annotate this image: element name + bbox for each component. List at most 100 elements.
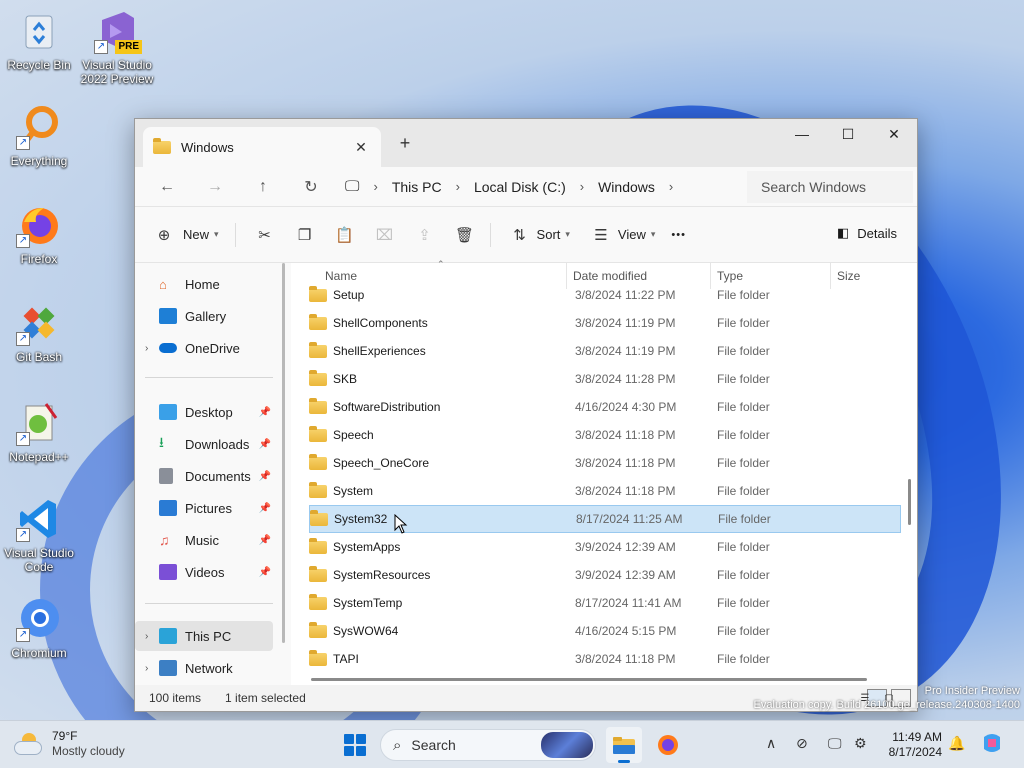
taskbar-file-explorer[interactable]: [606, 727, 642, 763]
folder-icon: [309, 481, 327, 498]
cut-button[interactable]: ✂: [250, 220, 280, 250]
search-input[interactable]: Search Windows: [747, 171, 913, 203]
file-row[interactable]: SoftwareDistribution 4/16/2024 4:30 PM Fil…: [309, 393, 901, 421]
arrow-left-icon: ←: [159, 177, 175, 195]
new-button[interactable]: ⊕ New ▾: [149, 217, 219, 253]
back-button[interactable]: ←: [143, 171, 191, 203]
desktop-icon-git-bash[interactable]: ↗ Git Bash: [0, 300, 78, 364]
breadcrumb[interactable]: 🖵 › This PC › Local Disk (C:) › Windows …: [345, 171, 745, 203]
show-hidden-icons-button[interactable]: ∧: [766, 735, 776, 752]
breadcrumb-local-disk[interactable]: Local Disk (C:): [474, 179, 566, 195]
refresh-button[interactable]: ↻: [287, 171, 335, 203]
taskbar-search[interactable]: ⌕ Search: [380, 729, 596, 761]
folder-icon: [309, 537, 327, 554]
pin-icon[interactable]: 📌: [259, 503, 271, 514]
file-row[interactable]: Speech 3/8/2024 11:18 PM File folder: [309, 421, 901, 449]
desktop-icon-chromium[interactable]: ↗ Chromium: [0, 596, 78, 660]
view-button[interactable]: ☰ View ▾: [586, 217, 655, 253]
display-icon[interactable]: 🖵: [828, 735, 842, 752]
weather-widget[interactable]: 79°F Mostly cloudy: [14, 729, 125, 759]
file-row[interactable]: SysWOW64 4/16/2024 5:15 PM File folder: [309, 617, 901, 645]
file-name: System: [333, 484, 374, 498]
nav-pane-scrollbar[interactable]: [282, 263, 285, 643]
file-row[interactable]: SystemResources 3/9/2024 12:39 AM File fol…: [309, 561, 901, 589]
pin-icon[interactable]: 📌: [259, 439, 271, 450]
more-options-button[interactable]: •••: [671, 217, 686, 253]
weather-condition: Mostly cloudy: [52, 744, 125, 758]
system-status-icon[interactable]: ⚙: [854, 735, 867, 752]
breadcrumb-windows[interactable]: Windows: [598, 179, 655, 195]
file-row[interactable]: ShellComponents 3/8/2024 11:19 PM File fol…: [309, 309, 901, 337]
shortcut-arrow-icon: ↗: [16, 528, 30, 542]
nav-item-network[interactable]: › Network: [135, 653, 273, 683]
delete-button[interactable]: 🗑: [450, 220, 480, 250]
file-row[interactable]: ShellExperiences 3/8/2024 11:19 PM File fo…: [309, 337, 901, 365]
maximize-button[interactable]: ☐: [825, 119, 871, 149]
nav-item-documents[interactable]: Documents 📌: [135, 461, 273, 491]
horizontal-scrollbar[interactable]: [311, 678, 867, 681]
new-tab-button[interactable]: +: [393, 133, 417, 154]
nav-item-desktop[interactable]: Desktop 📌: [135, 397, 273, 427]
nav-item-videos[interactable]: Videos 📌: [135, 557, 273, 587]
file-date-modified: 3/8/2024 11:28 PM: [575, 372, 676, 386]
pin-icon[interactable]: 📌: [259, 567, 271, 578]
pin-icon[interactable]: 📌: [259, 535, 271, 546]
forward-button[interactable]: →: [191, 171, 239, 203]
details-pane-button[interactable]: ◧ Details: [837, 225, 897, 241]
nav-item-pictures[interactable]: Pictures 📌: [135, 493, 273, 523]
chromium-icon: ↗: [16, 596, 62, 642]
arrow-right-icon: →: [207, 177, 223, 195]
copy-button[interactable]: ❐: [290, 220, 320, 250]
bell-icon[interactable]: 🔔: [948, 735, 965, 752]
desktop-icon-notepad-plus-plus[interactable]: ↗ Notepad++: [0, 400, 78, 464]
file-row[interactable]: SKB 3/8/2024 11:28 PM File folder: [309, 365, 901, 393]
up-button[interactable]: ↑: [239, 171, 287, 203]
file-type: File folder: [717, 652, 770, 666]
desktop-icon-everything[interactable]: ↗ Everything: [0, 104, 78, 168]
desktop-icon-label: Visual Studio Code: [4, 546, 74, 574]
copilot-icon[interactable]: [980, 731, 1004, 758]
file-row[interactable]: System 3/8/2024 11:18 PM File folder: [309, 477, 901, 505]
file-name-cell: SysWOW64: [309, 621, 573, 638]
clock[interactable]: 11:49 AM 8/17/2024: [882, 730, 942, 760]
chevron-right-icon[interactable]: ›: [145, 663, 159, 674]
breadcrumb-this-pc[interactable]: This PC: [392, 179, 442, 195]
desktop-icon-firefox[interactable]: ↗ Firefox: [0, 202, 78, 266]
vertical-scrollbar[interactable]: [908, 479, 911, 525]
network-disconnected-icon[interactable]: ⊘: [796, 735, 808, 752]
nav-item-music[interactable]: ♫ Music 📌: [135, 525, 273, 555]
tab-windows[interactable]: Windows ✕: [143, 127, 381, 167]
file-row[interactable]: Setup 3/8/2024 11:22 PM File folder: [309, 281, 901, 309]
close-window-button[interactable]: ✕: [871, 119, 917, 149]
minimize-button[interactable]: —: [779, 119, 825, 149]
desktop-icon-visual-studio-preview[interactable]: PRE ↗ Visual Studio 2022 Preview: [78, 8, 156, 86]
desktop-icon-recycle-bin[interactable]: Recycle Bin: [0, 8, 78, 72]
nav-item-onedrive[interactable]: › OneDrive: [135, 333, 273, 363]
file-name: Speech: [333, 428, 374, 442]
nav-item-this-pc[interactable]: › This PC: [135, 621, 273, 651]
file-type: File folder: [717, 624, 770, 638]
desktop-icon-label: Git Bash: [15, 350, 63, 364]
paste-button[interactable]: 📋: [330, 220, 360, 250]
file-row[interactable]: SystemTemp 8/17/2024 11:41 AM File folder: [309, 589, 901, 617]
file-row[interactable]: SystemApps 3/9/2024 12:39 AM File folder: [309, 533, 901, 561]
chevron-right-icon[interactable]: ›: [145, 631, 159, 642]
title-bar[interactable]: Windows ✕ + — ☐ ✕: [135, 119, 917, 167]
file-row[interactable]: TAPI 3/8/2024 11:18 PM File folder: [309, 645, 901, 673]
start-button[interactable]: [344, 734, 366, 756]
navigation-pane[interactable]: ⌂ Home Gallery › OneDrive Desktop 📌 ⭳ Do…: [135, 263, 285, 687]
chevron-right-icon[interactable]: ›: [145, 343, 159, 354]
nav-item-home[interactable]: ⌂ Home: [135, 269, 273, 299]
nav-item-gallery[interactable]: Gallery: [135, 301, 273, 331]
file-row[interactable]: Speech_OneCore 3/8/2024 11:18 PM File fold…: [309, 449, 901, 477]
nav-item-downloads[interactable]: ⭳ Downloads 📌: [135, 429, 273, 459]
desktop-icon-vscode[interactable]: ↗ Visual Studio Code: [0, 496, 78, 574]
close-tab-button[interactable]: ✕: [351, 139, 371, 156]
share-button[interactable]: ⇪: [410, 220, 440, 250]
shortcut-arrow-icon: ↗: [16, 628, 30, 642]
pin-icon[interactable]: 📌: [259, 407, 271, 418]
taskbar-firefox[interactable]: [650, 727, 686, 763]
rename-button[interactable]: ⌧: [370, 220, 400, 250]
sort-button[interactable]: ⇅ Sort ▾: [505, 217, 570, 253]
pin-icon[interactable]: 📌: [259, 471, 271, 482]
